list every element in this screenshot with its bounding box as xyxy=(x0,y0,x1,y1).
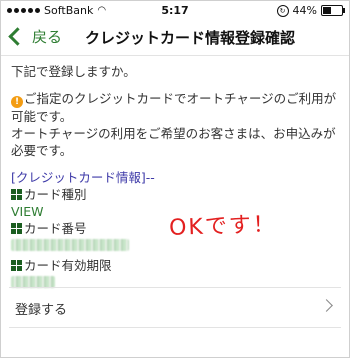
notice-text: ! ご指定のクレジットカードでオートチャージのご利用が 可能です。 オートチャージ… xyxy=(11,90,341,159)
register-label: 登録する xyxy=(15,303,68,318)
nav-bar: 戻る クレジットカード情報登録確認 xyxy=(1,21,349,56)
card-number-redacted xyxy=(11,239,129,251)
battery-icon xyxy=(321,5,345,16)
section-header: [クレジットカード情報]-- xyxy=(11,170,155,185)
status-bar: SoftBank ◠ 5:17 ↻ 44% xyxy=(1,1,349,21)
phone-screen: SoftBank ◠ 5:17 ↻ 44% 戻る クレジットカード情報登録確認 … xyxy=(0,0,350,358)
battery-group: ↻ 44% xyxy=(276,4,345,17)
main-content: 下記で登録しますか。 ! ご指定のクレジットカードでオートチャージのご利用が 可能… xyxy=(11,63,341,294)
back-label: 戻る xyxy=(32,28,63,46)
card-number-label: カード番号 xyxy=(24,221,87,236)
page-title: クレジットカード情報登録確認 xyxy=(85,29,296,47)
card-type-label: カード種別 xyxy=(24,187,87,202)
notice-line-1: ご指定のクレジットカードでオートチャージのご利用が xyxy=(24,91,337,106)
bullet-squares-icon xyxy=(11,189,22,200)
notice-line-2: 可能です。 xyxy=(11,109,73,124)
notice-line-4: 必要です。 xyxy=(11,143,73,158)
bullet-squares-icon xyxy=(11,223,22,234)
chevron-right-icon xyxy=(320,299,333,312)
warning-icon: ! xyxy=(11,96,23,108)
handwritten-annotation: OKです！ xyxy=(168,212,278,241)
battery-percent: 44% xyxy=(292,4,317,17)
notice-line-3: オートチャージの利用をご希望のお客さまは、お申込みが xyxy=(11,126,336,141)
rotation-lock-icon: ↻ xyxy=(276,4,289,17)
chevron-left-icon xyxy=(8,27,27,46)
register-button[interactable]: 登録する xyxy=(9,287,341,327)
intro-text: 下記で登録しますか。 xyxy=(11,64,136,79)
divider-bottom xyxy=(9,327,341,328)
card-expiry-label: カード有効期限 xyxy=(24,258,112,273)
back-button[interactable]: 戻る xyxy=(8,26,63,47)
bullet-squares-icon xyxy=(11,260,22,271)
